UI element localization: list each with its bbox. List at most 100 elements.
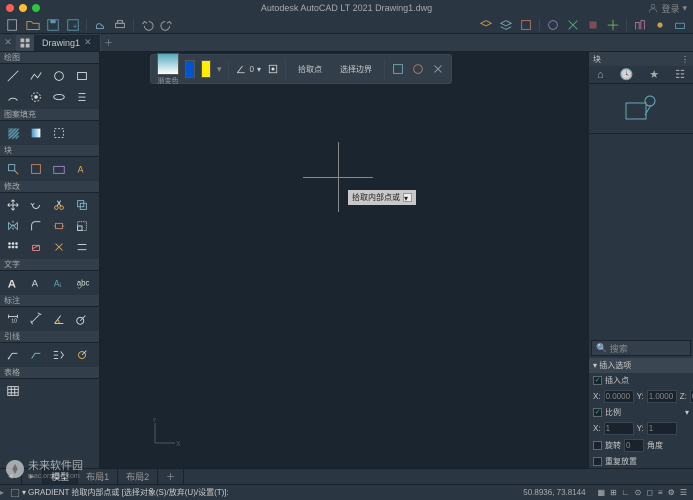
- layout2-tab[interactable]: 布局2: [118, 469, 158, 484]
- cmd-chevron-icon[interactable]: ▸: [0, 488, 10, 497]
- dimangular[interactable]: [48, 309, 70, 329]
- start-tab[interactable]: [16, 35, 34, 51]
- rp-fav-icon[interactable]: ★: [649, 68, 659, 81]
- trim-tool[interactable]: [48, 195, 70, 215]
- tool-a-icon[interactable]: [546, 18, 560, 32]
- polyline-tool[interactable]: [25, 66, 47, 86]
- qleader[interactable]: [25, 345, 47, 365]
- mleadercollect[interactable]: [71, 345, 93, 365]
- layer-icon[interactable]: [479, 18, 493, 32]
- repeat-check[interactable]: [593, 457, 602, 466]
- sx-input[interactable]: [604, 422, 634, 435]
- rotate-input[interactable]: [624, 439, 644, 452]
- redo-icon[interactable]: [160, 18, 174, 32]
- rib-opt1-icon[interactable]: [391, 62, 405, 76]
- tool-b-icon[interactable]: [566, 18, 580, 32]
- block-search[interactable]: 🔍 搜索: [591, 340, 691, 356]
- more-tool[interactable]: [71, 87, 93, 107]
- command-line[interactable]: ▾ GRADIENT 拾取内部点或 [选择对象(S)/放弃(U)/设置(T)]:: [10, 487, 517, 498]
- attrib[interactable]: A: [71, 159, 93, 179]
- saveas-icon[interactable]: +: [66, 18, 80, 32]
- maximize-window[interactable]: [32, 4, 40, 12]
- ellipse-tool[interactable]: [48, 87, 70, 107]
- osnap-toggle[interactable]: ◻: [646, 488, 653, 497]
- rib-opt2-icon[interactable]: [411, 62, 425, 76]
- color2-swatch[interactable]: [201, 60, 211, 78]
- arc-tool[interactable]: [2, 87, 24, 107]
- insert-block[interactable]: [2, 159, 24, 179]
- gradient-tool[interactable]: [25, 123, 47, 143]
- dropdown-icon[interactable]: ▾: [217, 64, 222, 75]
- stretch-tool[interactable]: [48, 216, 70, 236]
- spell-tool[interactable]: abc: [71, 273, 93, 293]
- mirror-tool[interactable]: [2, 216, 24, 236]
- qnew-icon[interactable]: [6, 18, 20, 32]
- dimradius[interactable]: [71, 309, 93, 329]
- erase-tool[interactable]: [25, 237, 47, 257]
- mleaderalign[interactable]: [48, 345, 70, 365]
- drawing-canvas[interactable]: 渐变色 ▾ 0▾ 拾取点 选择边界 拾取内部点或 ▾: [100, 52, 588, 484]
- mtext-tool[interactable]: A: [2, 273, 24, 293]
- select-boundary-button[interactable]: 选择边界: [334, 62, 378, 77]
- minimize-window[interactable]: [19, 4, 27, 12]
- wblock[interactable]: [48, 159, 70, 179]
- textstyle-tool[interactable]: Aᵢ: [48, 273, 70, 293]
- tool-e-icon[interactable]: [633, 18, 647, 32]
- print-icon[interactable]: [113, 18, 127, 32]
- tool-f-icon[interactable]: [653, 18, 667, 32]
- table-tool[interactable]: [2, 381, 24, 401]
- ortho-toggle[interactable]: ∟: [622, 488, 630, 497]
- insert-options-header[interactable]: ▾ 插入选项: [589, 358, 693, 373]
- pick-point-button[interactable]: 拾取点: [292, 62, 328, 77]
- copy-tool[interactable]: [71, 195, 93, 215]
- layout1-tab[interactable]: 布局1: [78, 469, 118, 484]
- offset-tool[interactable]: [71, 237, 93, 257]
- region-tool[interactable]: [48, 123, 70, 143]
- polar-toggle[interactable]: ⊙: [635, 488, 642, 497]
- snap-toggle[interactable]: ⊞: [610, 488, 617, 497]
- color1-swatch[interactable]: [185, 60, 195, 78]
- rotate-tool[interactable]: [25, 195, 47, 215]
- tool-g-icon[interactable]: [673, 18, 687, 32]
- settings-icon[interactable]: ⚙: [668, 488, 675, 497]
- sy-input[interactable]: [647, 422, 677, 435]
- menu-icon[interactable]: ☰: [680, 488, 687, 497]
- y-input[interactable]: [647, 390, 677, 403]
- rib-close-icon[interactable]: [431, 62, 445, 76]
- fillet-tool[interactable]: [25, 216, 47, 236]
- block-preview[interactable]: [589, 84, 693, 134]
- rp-recent-icon[interactable]: 🕓: [620, 68, 634, 81]
- rect-tool[interactable]: [71, 66, 93, 86]
- cloud-icon[interactable]: [93, 18, 107, 32]
- insert-point-check[interactable]: [593, 376, 602, 385]
- rotate-check[interactable]: [593, 441, 602, 450]
- close-tab-icon[interactable]: ✕: [84, 37, 92, 48]
- centered-option[interactable]: [267, 63, 279, 75]
- new-tab-button[interactable]: ＋: [101, 36, 117, 49]
- undo-icon[interactable]: [140, 18, 154, 32]
- rp-lib-icon[interactable]: ☷: [675, 68, 685, 81]
- drawing-tab[interactable]: Drawing1 ✕: [34, 35, 101, 51]
- tooltip-dropdown-icon[interactable]: ▾: [403, 193, 412, 202]
- layer3-icon[interactable]: [519, 18, 533, 32]
- gradient-preview[interactable]: [157, 53, 179, 75]
- x-input[interactable]: [604, 390, 634, 403]
- explode-tool[interactable]: [48, 237, 70, 257]
- array-tool[interactable]: [2, 237, 24, 257]
- folder-icon[interactable]: [26, 18, 40, 32]
- move-tool[interactable]: [2, 195, 24, 215]
- grid-toggle[interactable]: ▦: [598, 488, 606, 497]
- rp-home-icon[interactable]: ⌂: [597, 69, 604, 81]
- scale-check[interactable]: [593, 408, 602, 417]
- create-block[interactable]: [25, 159, 47, 179]
- dimlinear[interactable]: 10: [2, 309, 24, 329]
- close-window[interactable]: [6, 4, 14, 12]
- point-tool[interactable]: [25, 87, 47, 107]
- circle-tool[interactable]: [48, 66, 70, 86]
- line-tool[interactable]: [2, 66, 24, 86]
- dimaligned[interactable]: [25, 309, 47, 329]
- close-all-icon[interactable]: ✕: [0, 37, 16, 48]
- scale-tool[interactable]: [71, 216, 93, 236]
- save-icon[interactable]: [46, 18, 60, 32]
- add-layout-tab[interactable]: ＋: [158, 469, 184, 484]
